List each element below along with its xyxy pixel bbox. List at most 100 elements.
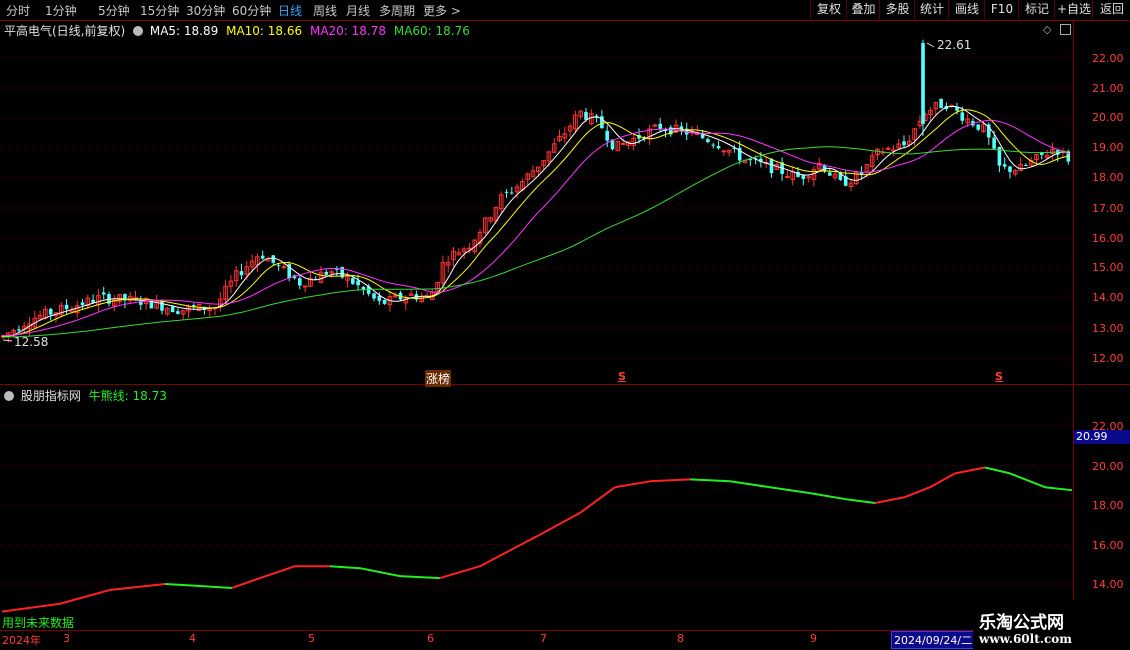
candle-body xyxy=(260,255,265,259)
indicator-legend: 股朋指标网 牛熊线: 18.73 xyxy=(4,387,167,404)
annotation-pointer xyxy=(926,42,935,48)
candle-body xyxy=(716,146,721,149)
indicator-tick: 18.00 xyxy=(1092,499,1124,512)
candle-body xyxy=(902,141,906,146)
price-tick: 12.00 xyxy=(1092,352,1124,365)
kline-chart[interactable] xyxy=(0,0,1130,650)
indicator-segment xyxy=(1044,486,1073,492)
candle-body xyxy=(298,278,302,286)
limit-up-marker[interactable]: 涨榜 xyxy=(425,370,452,387)
bull-bear-line-label: 牛熊线: 18.73 xyxy=(88,389,167,403)
candle-body xyxy=(281,266,287,269)
indicator-grid xyxy=(0,425,1073,585)
indicator-segment xyxy=(984,466,1011,475)
panel-divider xyxy=(0,384,1130,385)
indicator-segment xyxy=(689,478,731,483)
candle-body xyxy=(801,175,806,180)
low-price-annotation: 12.58 xyxy=(14,335,49,349)
candle-body xyxy=(828,172,832,176)
indicator-segment xyxy=(729,480,771,489)
month-label: 7 xyxy=(540,632,547,645)
s-signal-marker[interactable]: S xyxy=(618,370,626,383)
candle-body xyxy=(721,150,727,153)
price-tick: 21.00 xyxy=(1092,82,1124,95)
candle-body xyxy=(620,142,626,145)
candle-body xyxy=(271,255,276,263)
candle-body xyxy=(176,311,180,314)
candle-body xyxy=(1002,164,1007,167)
indicator-segment xyxy=(359,567,401,578)
cursor-value-box: 20.99 xyxy=(1074,430,1130,444)
indicator-segment xyxy=(479,549,511,568)
indicator-segment xyxy=(809,492,846,501)
indicator-segment xyxy=(844,498,876,505)
candle-body xyxy=(101,292,106,295)
indicator-segment xyxy=(439,565,481,580)
candle-body xyxy=(170,306,175,313)
indicator-segment xyxy=(1009,472,1046,489)
month-label: 3 xyxy=(63,632,70,645)
price-tick: 15.00 xyxy=(1092,261,1124,274)
indicator-segment xyxy=(649,478,691,483)
candle-body xyxy=(276,265,281,267)
candle-body xyxy=(584,111,588,120)
candle-body xyxy=(992,137,996,149)
price-tick: 20.00 xyxy=(1092,111,1124,124)
indicator-segment xyxy=(109,583,166,591)
indicator-segment xyxy=(579,486,616,514)
candle-body xyxy=(324,271,329,275)
s-signal-marker[interactable]: S xyxy=(995,370,1003,383)
candle-body xyxy=(785,175,790,178)
indicator-tick: 20.00 xyxy=(1092,460,1124,473)
candle-body xyxy=(885,147,891,150)
month-label: 4 xyxy=(189,632,196,645)
indicator-tick: 16.00 xyxy=(1092,539,1124,552)
future-data-note: 用到未来数据 xyxy=(2,616,75,630)
candle-body xyxy=(939,99,943,109)
current-date-box: 2024/09/24/二 xyxy=(891,631,976,649)
candle-body xyxy=(769,158,774,174)
indicator-segment xyxy=(929,472,956,489)
price-tick: 18.00 xyxy=(1092,171,1124,184)
main-grid xyxy=(0,57,1073,359)
price-tick: 22.00 xyxy=(1092,52,1124,65)
indicator-segment xyxy=(1,602,61,613)
month-label: 5 xyxy=(308,632,315,645)
indicator-segment xyxy=(769,486,811,495)
candle-body xyxy=(17,329,21,331)
candle-body xyxy=(382,300,387,304)
candle-body xyxy=(1024,165,1028,167)
price-tick: 17.00 xyxy=(1092,202,1124,215)
year-label: 2024年 xyxy=(2,634,41,647)
candle-body xyxy=(160,301,164,311)
candle-body xyxy=(80,302,85,306)
candle-body xyxy=(356,280,360,286)
candlestick-series xyxy=(0,39,1071,343)
candle-body xyxy=(658,123,662,130)
indicator-name[interactable]: 股朋指标网 xyxy=(21,389,81,403)
candle-body xyxy=(372,293,376,299)
price-tick: 14.00 xyxy=(1092,291,1124,304)
candle-body xyxy=(239,271,244,276)
month-label: 6 xyxy=(427,632,434,645)
candle-body xyxy=(706,139,710,143)
candle-body xyxy=(302,285,308,288)
indicator-segment xyxy=(509,533,541,552)
candle-body xyxy=(921,43,925,124)
candle-body xyxy=(504,191,509,193)
chevron-down-icon[interactable] xyxy=(4,391,14,401)
candle-body xyxy=(351,278,355,284)
indicator-segment xyxy=(904,486,931,499)
price-tick: 19.00 xyxy=(1092,141,1124,154)
indicator-segment xyxy=(539,512,581,536)
month-label: 8 xyxy=(677,632,684,645)
candle-body xyxy=(976,124,980,130)
indicator-segment xyxy=(874,496,906,505)
indicator-segment xyxy=(954,466,986,475)
candle-body xyxy=(467,247,472,250)
watermark-title: 乐淘公式网 xyxy=(979,613,1064,633)
indicator-segment xyxy=(614,480,651,489)
annotation-pointer xyxy=(2,339,13,342)
watermark: 乐淘公式网 www.60lt.com xyxy=(973,600,1130,650)
price-tick: 16.00 xyxy=(1092,232,1124,245)
